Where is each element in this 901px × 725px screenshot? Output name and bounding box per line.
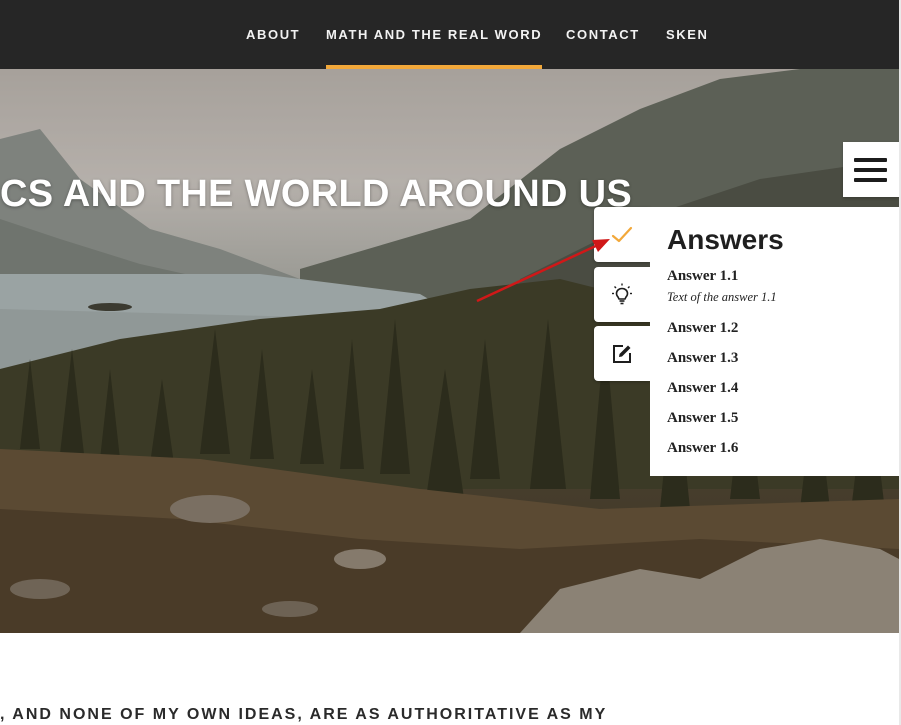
answer-text: Text of the answer 1.1	[667, 290, 777, 304]
hamburger-menu-button[interactable]	[843, 142, 899, 197]
menu-bar-icon	[854, 178, 887, 182]
hero-title: CS AND THE WORLD AROUND US	[0, 173, 632, 215]
answers-panel: Answers Answer 1.1 Text of the answer 1.…	[650, 207, 899, 476]
answer-item[interactable]: Answer 1.5	[667, 410, 738, 427]
body-heading-text: , AND NONE OF MY OWN IDEAS, ARE AS AUTHO…	[0, 706, 608, 723]
edit-icon	[613, 345, 631, 363]
nav-links: ABOUT MATH AND THE REAL WORD CONTACT SKE…	[0, 0, 899, 69]
answer-item[interactable]: Answer 1.2	[667, 320, 738, 337]
answer-item[interactable]: Answer 1.6	[667, 440, 738, 457]
annotation-arrow-icon	[476, 239, 610, 303]
notes-tool-button[interactable]	[594, 326, 650, 381]
nav-link-math-and-the-real-word[interactable]: MATH AND THE REAL WORD	[326, 0, 543, 69]
nav-link-contact[interactable]: CONTACT	[566, 0, 640, 69]
nav-link-sken[interactable]: SKEN	[666, 0, 709, 69]
answer-item[interactable]: Answer 1.3	[667, 350, 738, 367]
answer-item[interactable]: Answer 1.4	[667, 380, 738, 397]
menu-bar-icon	[854, 158, 887, 162]
top-navbar: ABOUT MATH AND THE REAL WORD CONTACT SKE…	[0, 0, 899, 69]
menu-bar-icon	[854, 168, 887, 172]
nav-link-about[interactable]: ABOUT	[246, 0, 300, 69]
answer-item[interactable]: Answer 1.1	[667, 268, 738, 285]
answers-panel-title: Answers	[667, 224, 784, 255]
